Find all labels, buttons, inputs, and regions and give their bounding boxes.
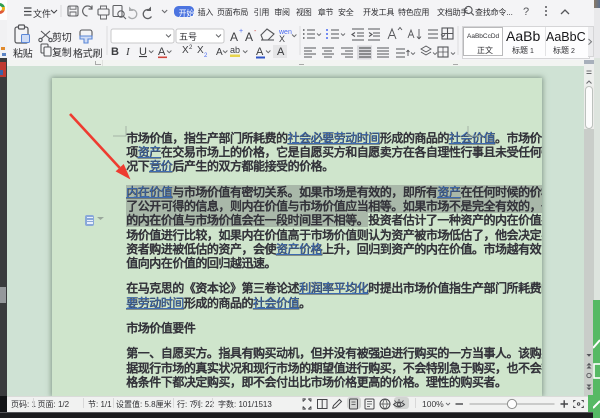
svg-text:A: A: [256, 46, 264, 58]
svg-text:B: B: [111, 46, 119, 58]
svg-text:2: 2: [204, 53, 208, 59]
svg-text:?: ?: [523, 6, 529, 18]
svg-text:-: -: [254, 28, 257, 35]
svg-text:2: 2: [189, 45, 193, 51]
svg-text:U: U: [139, 46, 147, 58]
svg-text:A: A: [158, 46, 166, 58]
svg-text:X: X: [197, 45, 204, 56]
svg-text:I: I: [125, 46, 131, 58]
svg-text:A: A: [277, 46, 285, 58]
svg-text:A: A: [230, 30, 238, 44]
svg-text:A: A: [245, 30, 253, 44]
svg-text:ab: ab: [230, 45, 240, 55]
svg-text:+: +: [239, 28, 243, 35]
svg-text:X: X: [279, 34, 285, 44]
svg-text:A: A: [216, 47, 223, 58]
svg-text:X: X: [182, 45, 189, 56]
